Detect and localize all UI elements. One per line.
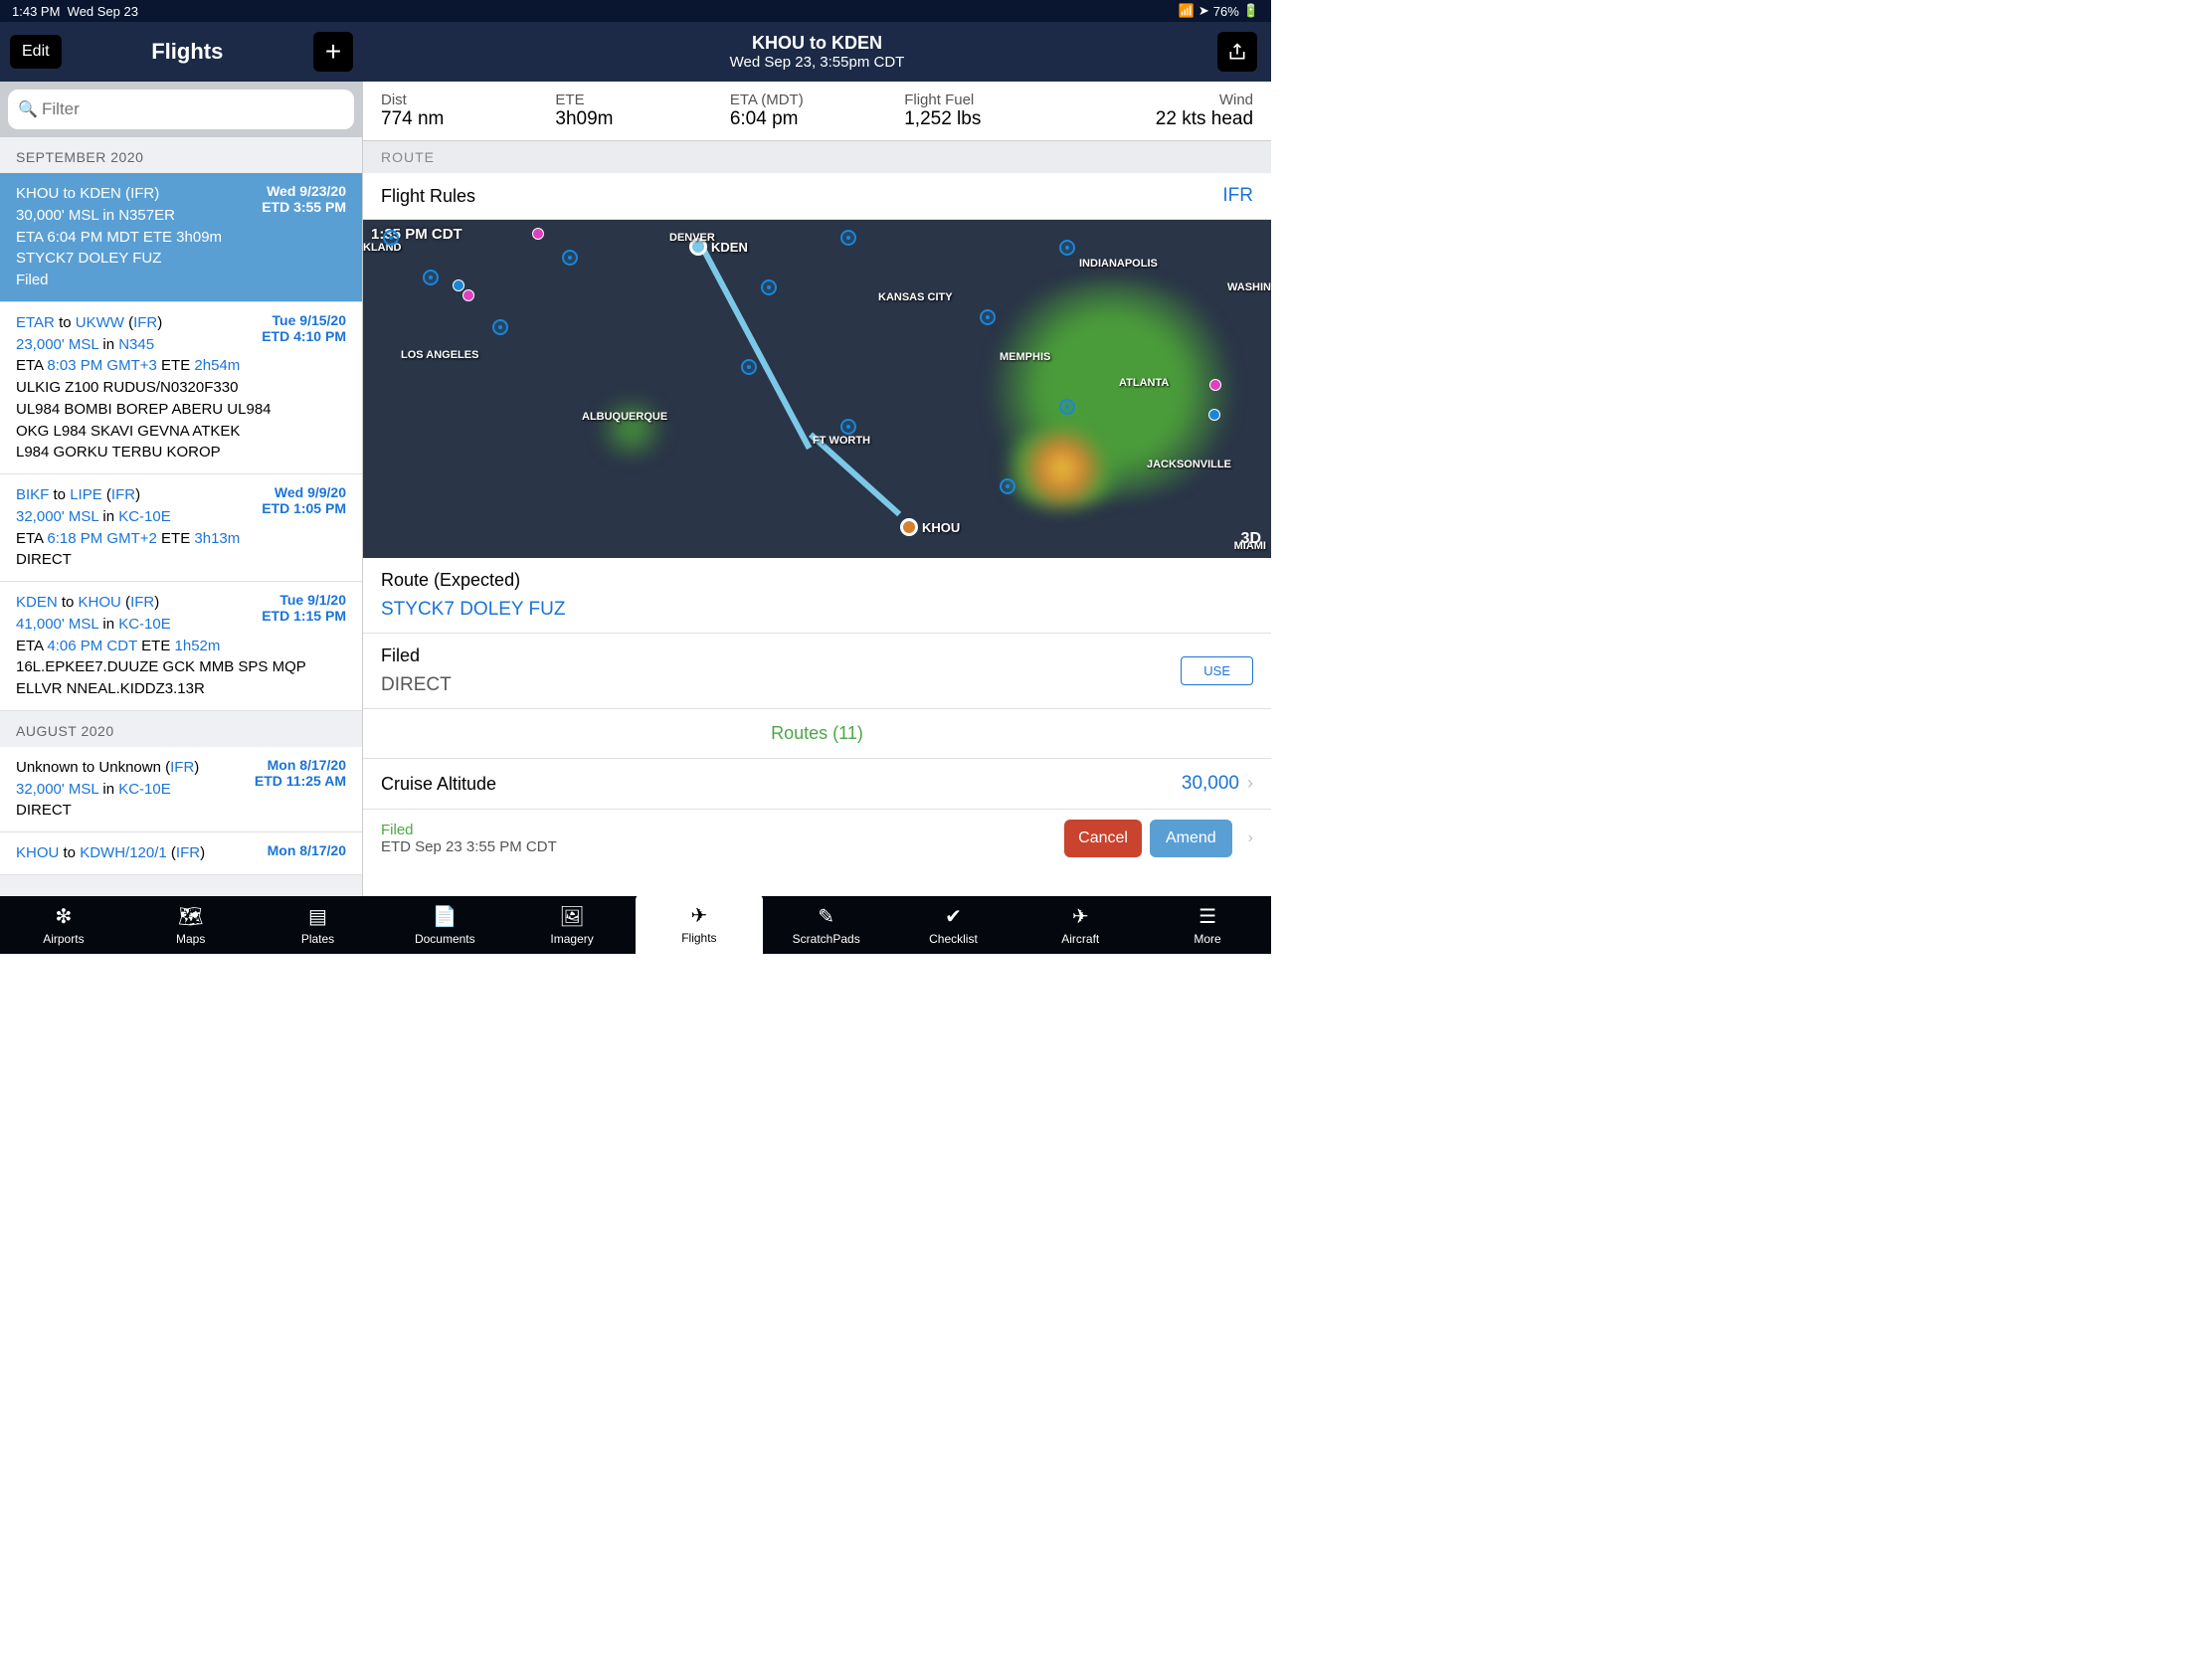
section-header: SEPTEMBER 2020 — [0, 137, 362, 173]
tab-documents[interactable]: 📄Documents — [381, 896, 508, 954]
chevron-right-icon: › — [1248, 830, 1253, 847]
route-expected-value: STYCK7 DOLEY FUZ — [381, 599, 1253, 621]
waypoint-khou: KHOU — [922, 520, 960, 535]
flight-date: Mon 8/17/20ETD 11:25 AM — [255, 757, 346, 789]
plates-icon: ▤ — [308, 904, 327, 929]
flight-item[interactable]: Tue 9/1/20ETD 1:15 PM KDEN to KHOU (IFR)… — [0, 582, 362, 711]
filed-status-bar: Filed ETD Sep 23 3:55 PM CDT Cancel Amen… — [363, 810, 1271, 867]
filed-route-row: Filed DIRECT USE — [363, 634, 1271, 709]
status-time: 1:43 PM — [12, 4, 60, 19]
battery-icon: 🔋 — [1243, 3, 1259, 19]
location-icon: ➤ — [1198, 3, 1209, 19]
status-date: Wed Sep 23 — [68, 4, 138, 19]
route-expected-row[interactable]: Route (Expected) STYCK7 DOLEY FUZ — [363, 558, 1271, 634]
more-icon: ☰ — [1198, 904, 1216, 929]
sidebar[interactable]: 🔍 SEPTEMBER 2020 Wed 9/23/20ETD 3:55 PM … — [0, 82, 363, 896]
status-bar: 1:43 PM Wed Sep 23 📶 ➤ 76% 🔋 — [0, 0, 1271, 22]
wifi-icon: 📶 — [1179, 3, 1195, 19]
flight-item[interactable]: Tue 9/15/20ETD 4:10 PM ETAR to UKWW (IFR… — [0, 302, 362, 474]
cruise-altitude-row[interactable]: Cruise Altitude 30,000 › — [363, 759, 1271, 810]
tab-bar: ❇Airports 🗺Maps ▤Plates 📄Documents 🖼Imag… — [0, 896, 1271, 954]
detail-pane[interactable]: Dist774 nm ETE3h09m ETA (MDT)6:04 pm Fli… — [363, 82, 1271, 896]
chevron-right-icon: › — [1247, 773, 1253, 793]
tab-flights[interactable]: ✈Flights — [636, 894, 763, 954]
header-bar: Edit Flights + KHOU to KDEN Wed Sep 23, … — [0, 22, 1271, 82]
filter-input[interactable] — [8, 90, 354, 129]
route-section-header: ROUTE — [363, 141, 1271, 173]
filed-label: Filed — [381, 645, 452, 666]
edit-button[interactable]: Edit — [10, 35, 62, 69]
cancel-button[interactable]: Cancel — [1064, 820, 1142, 857]
route-title-sub: Wed Sep 23, 3:55pm CDT — [730, 54, 905, 71]
filed-status-label: Filed — [381, 822, 557, 838]
tab-checklist[interactable]: ✔Checklist — [890, 896, 1017, 954]
cruise-label: Cruise Altitude — [381, 774, 496, 795]
flight-date: Mon 8/17/20 — [268, 842, 346, 858]
route-expected-label: Route (Expected) — [381, 570, 1253, 591]
tab-airports[interactable]: ❇Airports — [0, 896, 127, 954]
battery-pct: 76% — [1213, 4, 1239, 19]
maps-icon: 🗺 — [178, 904, 203, 929]
documents-icon: 📄 — [433, 904, 458, 929]
waypoint-kden: KDEN — [711, 240, 748, 255]
map-3d-button[interactable]: 3D — [1241, 530, 1261, 548]
stat-value: 3h09m — [555, 108, 729, 130]
flight-date: Tue 9/1/20ETD 1:15 PM — [262, 592, 346, 624]
checklist-icon: ✔ — [945, 904, 962, 929]
stat-value: 22 kts head — [1079, 108, 1253, 130]
use-button[interactable]: USE — [1181, 656, 1253, 685]
stat-label: ETE — [555, 92, 729, 108]
stat-label: ETA (MDT) — [730, 92, 904, 108]
stat-label: Flight Fuel — [904, 92, 1078, 108]
routes-link[interactable]: Routes (11) — [363, 709, 1271, 759]
imagery-icon: 🖼 — [559, 904, 584, 929]
stats-bar: Dist774 nm ETE3h09m ETA (MDT)6:04 pm Fli… — [363, 82, 1271, 141]
waypoint-khou-icon — [900, 518, 918, 536]
add-button[interactable]: + — [313, 32, 353, 72]
share-icon — [1227, 42, 1247, 62]
filed-status-time: ETD Sep 23 3:55 PM CDT — [381, 838, 557, 855]
stat-value: 1,252 lbs — [904, 108, 1078, 130]
flights-icon: ✈ — [691, 903, 708, 928]
flight-rules-row[interactable]: Flight Rules IFR — [363, 173, 1271, 220]
flight-item[interactable]: Mon 8/17/20ETD 11:25 AM Unknown to Unkno… — [0, 747, 362, 832]
status-right: 📶 ➤ 76% 🔋 — [1179, 3, 1259, 19]
flight-item[interactable]: Wed 9/9/20ETD 1:05 PM BIKF to LIPE (IFR)… — [0, 474, 362, 582]
radar-overlay — [1003, 429, 1122, 508]
section-header: AUGUST 2020 — [0, 711, 362, 747]
flight-item[interactable]: Wed 9/23/20ETD 3:55 PM KHOU to KDEN (IFR… — [0, 173, 362, 302]
route-line — [699, 245, 812, 450]
stat-value: 6:04 pm — [730, 108, 904, 130]
route-map[interactable]: 1:35 PM CDT KDEN KHOU DENVER KLAND LOS A… — [363, 220, 1271, 558]
flight-item[interactable]: Mon 8/17/20 KHOU to KDWH/120/1 (IFR) — [0, 832, 362, 875]
filed-value: DIRECT — [381, 674, 452, 696]
page-title: Flights — [151, 39, 223, 65]
tab-imagery[interactable]: 🖼Imagery — [508, 896, 636, 954]
flight-date: Tue 9/15/20ETD 4:10 PM — [262, 312, 346, 344]
amend-button[interactable]: Amend — [1150, 820, 1232, 857]
route-title-main: KHOU to KDEN — [730, 33, 905, 54]
tab-scratchpads[interactable]: ✎ScratchPads — [763, 896, 890, 954]
flight-rules-value: IFR — [1222, 185, 1253, 207]
radar-overlay — [592, 399, 671, 459]
search-icon: 🔍 — [18, 99, 38, 119]
stat-value: 774 nm — [381, 108, 555, 130]
stat-label: Wind — [1079, 92, 1253, 108]
route-title: KHOU to KDEN Wed Sep 23, 3:55pm CDT — [730, 33, 905, 71]
airports-icon: ❇ — [56, 904, 73, 929]
aircraft-icon: ✈ — [1072, 904, 1089, 929]
flight-date: Wed 9/23/20ETD 3:55 PM — [262, 183, 346, 215]
tab-more[interactable]: ☰More — [1144, 896, 1271, 954]
tab-plates[interactable]: ▤Plates — [255, 896, 382, 954]
stat-label: Dist — [381, 92, 555, 108]
tab-aircraft[interactable]: ✈Aircraft — [1016, 896, 1144, 954]
scratchpads-icon: ✎ — [818, 904, 834, 929]
flight-rules-label: Flight Rules — [381, 186, 475, 207]
flight-date: Wed 9/9/20ETD 1:05 PM — [262, 484, 346, 516]
tab-maps[interactable]: 🗺Maps — [127, 896, 255, 954]
cruise-value: 30,000 — [1182, 773, 1239, 794]
share-button[interactable] — [1217, 32, 1257, 72]
